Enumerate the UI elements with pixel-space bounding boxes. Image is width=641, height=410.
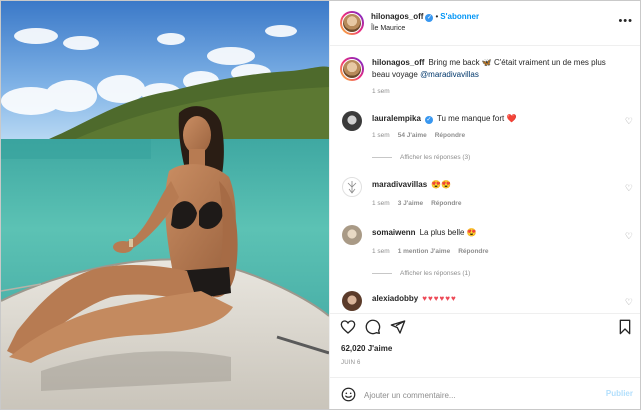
reply-button[interactable]: Répondre	[431, 200, 461, 207]
caption-age: 1 sem	[372, 88, 390, 95]
post-location[interactable]: Île Maurice	[371, 25, 405, 32]
heart-icon[interactable]: ♡	[625, 116, 633, 127]
post-date: JUIN 6	[341, 360, 361, 366]
more-icon[interactable]: •••	[618, 15, 633, 27]
comment-likes[interactable]: 1 mention J'aime	[398, 248, 450, 255]
comment-text: somaiwenn La plus belle 😍	[372, 227, 622, 239]
follow-button[interactable]: S'abonner	[440, 12, 479, 21]
author-line: hilonagos_off ✓ • S'abonner	[371, 12, 479, 22]
comment-age: 1 sem	[372, 132, 390, 139]
post-actions: 62,020 J'aime JUIN 6	[330, 313, 640, 377]
heart-icon[interactable]: ♡	[625, 297, 633, 308]
view-replies-label: Afficher les réponses (1)	[400, 270, 471, 277]
comment-body: Tu me manque fort	[436, 114, 505, 123]
replies-line	[372, 156, 392, 158]
comment-text: maradivavillas 😍😍	[372, 179, 622, 191]
replies-line	[372, 272, 392, 274]
caption-author[interactable]: hilonagos_off	[372, 58, 424, 67]
author-username[interactable]: hilonagos_off	[371, 12, 423, 21]
view-replies-button[interactable]: Afficher les réponses (3)	[372, 154, 470, 161]
share-icon[interactable]	[390, 319, 406, 335]
view-replies-label: Afficher les réponses (3)	[400, 154, 471, 161]
heart-icon[interactable]	[340, 319, 356, 335]
separator-dot: •	[435, 12, 439, 21]
comment-text: lauralempika ✓ Tu me manque fort ❤️	[372, 113, 622, 125]
post-comment-button[interactable]: Publier	[606, 389, 633, 398]
caption-avatar[interactable]	[340, 57, 364, 81]
comment-meta: 1 sem 1 mention J'aime Répondre	[372, 248, 497, 255]
verified-icon: ✓	[424, 116, 433, 124]
heart-icon[interactable]: ♡	[625, 183, 633, 194]
reply-button[interactable]: Répondre	[435, 132, 465, 139]
caption-text: hilonagos_off Bring me back 🦋 C'était vra…	[372, 57, 622, 81]
post-details-pane: hilonagos_off ✓ • S'abonner Île Maurice •••…	[329, 1, 640, 409]
comment-meta: 1 sem 3 J'aime Répondre	[372, 200, 469, 207]
comment-icon[interactable]	[365, 319, 381, 335]
caption-mention[interactable]: @maradivavillas	[420, 70, 479, 79]
comment-age: 1 sem	[372, 248, 390, 255]
post-image	[1, 1, 329, 409]
post-header: hilonagos_off ✓ • S'abonner Île Maurice •••	[330, 1, 640, 46]
post-photo[interactable]	[1, 1, 329, 409]
comment-likes[interactable]: 3 J'aime	[398, 200, 423, 207]
bookmark-icon[interactable]	[617, 319, 633, 335]
comment-meta: 1 sem 54 J'aime Répondre	[372, 132, 473, 139]
comment-author[interactable]: somaiwenn	[372, 228, 416, 237]
add-comment-bar: Publier	[330, 377, 640, 409]
comment-emoji: 😍	[466, 228, 477, 237]
commenter-avatar[interactable]	[342, 291, 362, 311]
comment-body: La plus belle	[419, 228, 465, 237]
villa-logo-icon	[347, 181, 357, 194]
likes-count[interactable]: 62,020 J'aime	[341, 344, 392, 353]
commenter-avatar[interactable]	[342, 225, 362, 245]
commenter-avatar[interactable]	[342, 111, 362, 131]
comment-input[interactable]	[364, 386, 584, 404]
comment-author[interactable]: maradivavillas	[372, 180, 427, 189]
comment-author[interactable]: lauralempika	[372, 114, 421, 123]
comment-age: 1 sem	[372, 200, 390, 207]
author-avatar[interactable]	[340, 11, 364, 35]
caption-meta: 1 sem	[372, 88, 398, 95]
heart-icon[interactable]: ♡	[625, 231, 633, 242]
comment-emoji: ❤️	[506, 114, 517, 123]
view-replies-button[interactable]: Afficher les réponses (1)	[372, 270, 470, 277]
comment-emoji: 😍😍	[431, 180, 452, 189]
comment-author[interactable]: alexiadobby	[372, 294, 418, 303]
emoji-icon[interactable]	[341, 387, 356, 402]
post-modal: hilonagos_off ✓ • S'abonner Île Maurice •••…	[0, 0, 641, 410]
comment-text: alexiadobby ♥♥♥♥♥♥	[372, 293, 622, 305]
reply-button[interactable]: Répondre	[458, 248, 488, 255]
comment-likes[interactable]: 54 J'aime	[398, 132, 427, 139]
comments-list[interactable]: hilonagos_off Bring me back 🦋 C'était vra…	[330, 47, 640, 313]
commenter-avatar[interactable]	[342, 177, 362, 197]
verified-icon: ✓	[425, 14, 434, 22]
comment-emoji: ♥♥♥♥♥♥	[422, 294, 457, 303]
